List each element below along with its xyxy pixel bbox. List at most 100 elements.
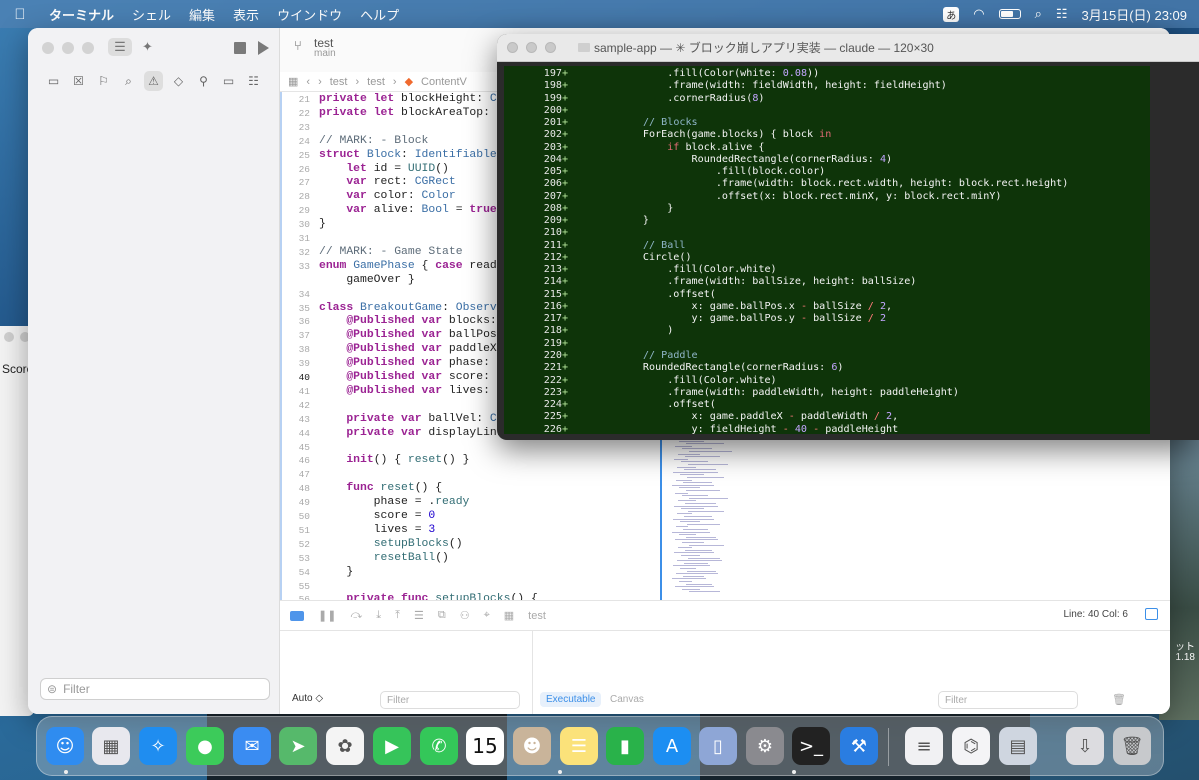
code-line[interactable]: private let blockHeight: CGFlo xyxy=(319,93,524,105)
console-filter-field[interactable]: Filter xyxy=(938,691,1078,709)
code-line[interactable]: var alive: Bool = true xyxy=(319,204,496,216)
grid-icon[interactable]: ▦ xyxy=(288,75,298,88)
step-out-icon[interactable]: ⤒ xyxy=(395,609,400,622)
breakpoint-icon[interactable]: ▭ xyxy=(219,71,238,91)
find-icon[interactable]: ⌕ xyxy=(119,71,138,91)
vscode-icon[interactable]: ⌬ xyxy=(952,727,990,765)
menu-window[interactable]: ウインドウ xyxy=(268,5,351,24)
menu-app[interactable]: ターミナル xyxy=(40,5,123,24)
run-icon[interactable] xyxy=(258,41,269,55)
input-method-icon[interactable]: あ xyxy=(943,6,960,22)
code-line[interactable]: class BreakoutGame: Observable xyxy=(319,302,524,314)
menu-help[interactable]: ヘルプ xyxy=(351,5,408,24)
photos-icon[interactable]: ✿ xyxy=(326,727,364,765)
wifi-icon[interactable]: ◠ xyxy=(973,6,984,22)
menu-edit[interactable]: 編集 xyxy=(180,5,224,24)
code-line[interactable]: score = 0 xyxy=(319,510,436,522)
code-line[interactable]: gameOver } xyxy=(319,274,414,286)
memory-graph-icon[interactable]: ⧉ xyxy=(438,609,446,622)
project-navigator-icon[interactable]: ▭ xyxy=(44,71,63,91)
textedit-icon[interactable]: ≡ xyxy=(905,727,943,765)
step-in-icon[interactable]: ⤓ xyxy=(376,609,381,622)
minimap[interactable] xyxy=(660,438,732,600)
system-settings-icon[interactable]: ⚙ xyxy=(746,727,784,765)
report-icon[interactable]: ☷ xyxy=(244,71,263,91)
stop-icon[interactable] xyxy=(234,42,246,54)
view-hierarchy-icon[interactable]: ☰ xyxy=(414,609,424,622)
code-line[interactable]: init() { reset() } xyxy=(319,454,469,466)
code-line[interactable]: private var ballVel: CGPoi xyxy=(319,413,524,425)
code-line[interactable]: lives = 3 xyxy=(319,524,436,536)
terminal-minimize-icon[interactable] xyxy=(526,42,537,53)
terminal-close-icon[interactable] xyxy=(507,42,518,53)
finder-icon[interactable]: ☺ xyxy=(46,727,84,765)
preview-icon[interactable]: ▤ xyxy=(999,727,1037,765)
code-line[interactable]: phase = .ready xyxy=(319,496,470,508)
code-line[interactable]: @Published var paddleX: CG xyxy=(319,343,524,355)
variables-filter-field[interactable]: Filter xyxy=(380,691,520,709)
code-line[interactable]: @Published var lives: Int xyxy=(319,385,517,397)
safari-icon[interactable]: ✧ xyxy=(139,727,177,765)
code-line[interactable]: } xyxy=(319,218,326,230)
code-line[interactable]: private var displayLink: T xyxy=(319,427,524,439)
facetime-icon[interactable]: ▶ xyxy=(373,727,411,765)
terminal-icon[interactable]: >_ xyxy=(792,727,830,765)
xcode-icon[interactable]: ⚒ xyxy=(840,727,878,765)
downloads-icon[interactable]: ⇩ xyxy=(1066,727,1104,765)
breadcrumb-file[interactable]: ContentV xyxy=(421,76,467,88)
simulate-location-icon[interactable]: ⌖ xyxy=(484,609,490,622)
code-line[interactable]: @Published var phase: Game xyxy=(319,357,524,369)
minimize-window-icon[interactable] xyxy=(62,42,74,54)
test-navigator-icon[interactable]: ◇ xyxy=(169,71,188,91)
debug-area-toggle-icon[interactable] xyxy=(290,610,304,621)
maps-icon[interactable]: ➤ xyxy=(279,727,317,765)
phone-icon[interactable]: ✆ xyxy=(420,727,458,765)
code-line[interactable]: var color: Color xyxy=(319,190,455,202)
spotlight-icon[interactable]: ⌕ xyxy=(1035,6,1042,22)
calendar-icon[interactable]: 15 xyxy=(466,727,504,765)
close-icon[interactable] xyxy=(4,332,14,342)
terminal-zoom-icon[interactable] xyxy=(545,42,556,53)
code-line[interactable]: @Published var blocks: [Bl xyxy=(319,315,524,327)
code-line[interactable]: } xyxy=(319,566,353,578)
navigator-filter-field[interactable]: ⊜ Filter xyxy=(40,678,270,700)
close-window-icon[interactable] xyxy=(42,42,54,54)
battery-icon[interactable] xyxy=(998,9,1021,19)
back-icon[interactable]: ‹ xyxy=(306,76,310,88)
source-control-icon[interactable]: ☒ xyxy=(69,71,88,91)
messages-icon[interactable]: ● xyxy=(186,727,224,765)
launchpad-icon[interactable]: ▦ xyxy=(92,727,130,765)
menu-view[interactable]: 表示 xyxy=(224,5,268,24)
inspector-toggle-icon[interactable] xyxy=(1145,608,1158,620)
control-center-icon[interactable]: ☷ xyxy=(1056,6,1068,22)
contacts-icon[interactable]: ☻ xyxy=(513,727,551,765)
code-line[interactable]: resetBall() xyxy=(319,552,449,564)
simulator-icon[interactable]: ▯ xyxy=(699,727,737,765)
code-line[interactable]: setupBlocks() xyxy=(319,538,463,550)
terminal-output[interactable]: 197 + .fill(Color(white: 0.08)) 198 + .fram… xyxy=(504,66,1150,434)
scheme-name[interactable]: test xyxy=(528,610,546,622)
apple-menu-icon[interactable]:  xyxy=(0,6,40,23)
menu-shell[interactable]: シェル xyxy=(123,5,180,24)
code-line[interactable]: func reset() { xyxy=(319,482,442,494)
variables-scope-select[interactable]: Auto ◇ xyxy=(292,693,323,704)
debug-navigator-icon[interactable]: ⚲ xyxy=(194,71,213,91)
canvas-tab[interactable]: Canvas xyxy=(610,694,644,705)
pause-icon[interactable]: ❚❚ xyxy=(318,609,336,622)
breadcrumb-project[interactable]: test xyxy=(330,76,348,88)
step-over-icon[interactable]: ⤼ xyxy=(350,609,362,622)
notes-icon[interactable]: ☰ xyxy=(560,727,598,765)
forward-icon[interactable]: › xyxy=(318,76,322,88)
code-line[interactable]: var rect: CGRect xyxy=(319,176,455,188)
code-line[interactable]: // MARK: - Game State xyxy=(319,246,463,258)
numbers-icon[interactable]: ▮ xyxy=(606,727,644,765)
project-title[interactable]: ⑂ test main xyxy=(294,36,336,59)
trash-icon[interactable]: 🗑 xyxy=(1113,727,1151,765)
sparkle-icon[interactable]: ✦ xyxy=(142,39,153,55)
code-line[interactable]: @Published var score: Int xyxy=(319,371,517,383)
environment-icon[interactable]: ⚇ xyxy=(460,609,470,622)
issue-navigator-icon[interactable]: ⚠ xyxy=(144,71,163,91)
code-line[interactable]: enum GamePhase { case ready, p xyxy=(319,260,524,272)
code-line[interactable]: private func setupBlocks() { xyxy=(319,593,537,600)
clock[interactable]: 3月15日(日) 23:09 xyxy=(1082,5,1188,24)
